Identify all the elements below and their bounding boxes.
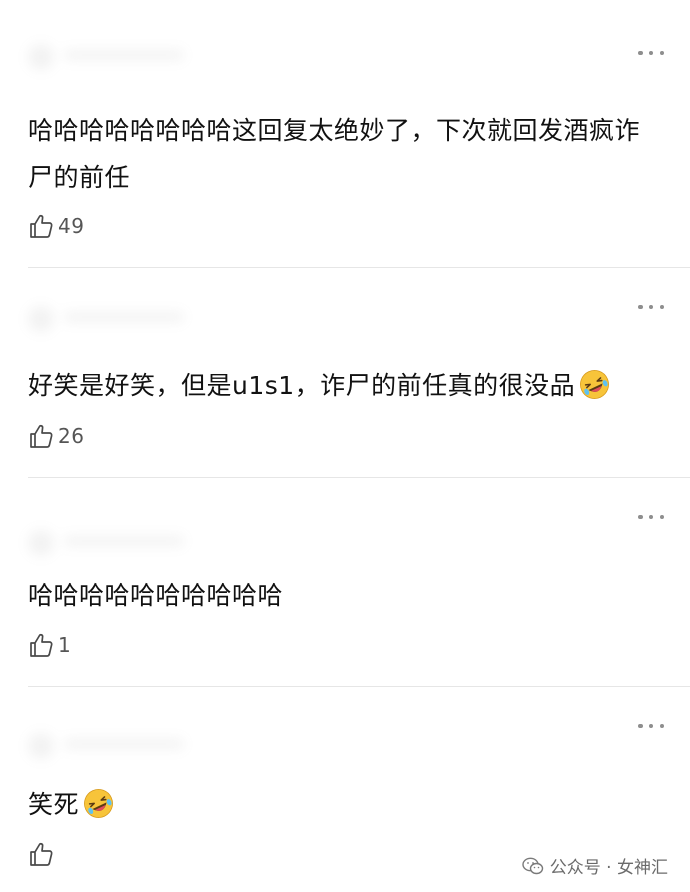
comment-item: 哈哈哈哈哈哈哈哈这回复太绝妙了，下次就回发酒疯诈尸的前任 49 (0, 0, 690, 268)
blurred-user-header (28, 38, 218, 74)
more-options-button[interactable] (638, 49, 664, 57)
comment-text-content: 哈哈哈哈哈哈哈哈哈哈 (28, 581, 284, 610)
comment-text: 好笑是好笑，但是u1s1，诈尸的前任真的很没品 (28, 362, 658, 409)
rolling-laughing-emoji-icon (84, 789, 113, 818)
thumbs-up-icon (30, 842, 53, 866)
comment-list: 哈哈哈哈哈哈哈哈这回复太绝妙了，下次就回发酒疯诈尸的前任 49 好笑是好笑，但是… (0, 0, 690, 892)
comment-text-content: 好笑是好笑，但是u1s1，诈尸的前任真的很没品 (28, 371, 576, 400)
comment-item: 好笑是好笑，但是u1s1，诈尸的前任真的很没品 26 (0, 268, 690, 478)
like-button[interactable]: 26 (28, 422, 84, 450)
comment-text: 笑死 (28, 781, 658, 828)
blurred-user-header (28, 300, 218, 336)
like-button[interactable]: 1 (28, 631, 71, 659)
like-count: 1 (58, 633, 72, 657)
blurred-user-header (28, 524, 218, 560)
comment-text-content: 笑死 (28, 790, 80, 819)
wechat-icon (522, 857, 543, 874)
blurred-user-header (28, 727, 218, 763)
like-count: 26 (58, 424, 85, 448)
rolling-laughing-emoji-icon (580, 370, 610, 399)
comment-text: 哈哈哈哈哈哈哈哈这回复太绝妙了，下次就回发酒疯诈尸的前任 (28, 107, 658, 201)
comment-item: 哈哈哈哈哈哈哈哈哈哈 1 (0, 478, 690, 686)
comment-text: 哈哈哈哈哈哈哈哈哈哈 (28, 572, 658, 619)
like-button[interactable]: 49 (28, 212, 84, 240)
thumbs-up-icon (30, 633, 53, 657)
thumbs-up-icon (30, 214, 53, 238)
more-options-button[interactable] (638, 513, 664, 521)
like-button[interactable] (28, 840, 58, 868)
like-count: 49 (58, 214, 85, 238)
more-options-button[interactable] (638, 303, 664, 311)
watermark-label: 公众号 · 女神汇 (549, 858, 668, 878)
wechat-watermark: 公众号 · 女神汇 (522, 853, 668, 878)
thumbs-up-icon (30, 424, 53, 448)
comment-text-content: 哈哈哈哈哈哈哈哈这回复太绝妙了，下次就回发酒疯诈尸的前任 (28, 116, 641, 192)
more-options-button[interactable] (638, 722, 664, 730)
